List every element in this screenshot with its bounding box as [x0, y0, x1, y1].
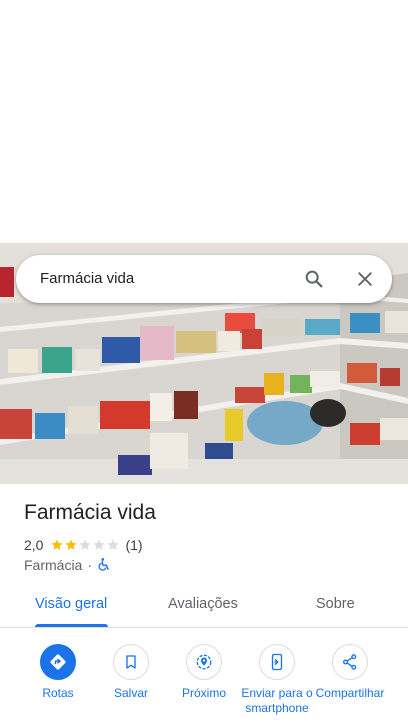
- directions-button[interactable]: Rotas: [18, 644, 98, 701]
- separator-dot: ·: [87, 557, 93, 573]
- place-category: Farmácia: [24, 557, 83, 573]
- share-button[interactable]: Compartilhar: [310, 644, 390, 701]
- directions-icon: [40, 644, 76, 680]
- save-button[interactable]: Salvar: [91, 644, 171, 701]
- wheelchair-icon: [97, 557, 111, 574]
- search-query[interactable]: Farmácia vida: [40, 270, 134, 287]
- place-title: Farmácia vida: [24, 501, 156, 524]
- search-bar[interactable]: Farmácia vida: [16, 255, 392, 303]
- star-empty-icon: [107, 539, 120, 550]
- close-icon[interactable]: [353, 267, 377, 291]
- star-filled-icon: [65, 539, 78, 550]
- search-icon[interactable]: [302, 267, 326, 291]
- action-bar: Rotas Salvar Próximo Enviar para o smart…: [0, 644, 408, 726]
- share-icon: [332, 644, 368, 680]
- tab-overview[interactable]: Visão geral: [35, 596, 107, 612]
- send-to-phone-icon: [259, 644, 295, 680]
- share-label: Compartilhar: [315, 686, 385, 700]
- star-filled-icon: [51, 539, 64, 550]
- nearby-label: Próximo: [181, 686, 226, 700]
- bookmark-icon: [113, 644, 149, 680]
- tab-reviews[interactable]: Avaliações: [168, 596, 238, 612]
- active-tab-indicator: [35, 624, 108, 627]
- nearby-button[interactable]: Próximo: [164, 644, 244, 701]
- nearby-icon: [186, 644, 222, 680]
- send-to-phone-button[interactable]: Enviar para o smartphone: [237, 644, 317, 716]
- send-to-phone-label: Enviar para o smartphone: [241, 686, 313, 715]
- star-empty-icon: [79, 539, 92, 550]
- rating-stars: [50, 538, 120, 552]
- tab-about[interactable]: Sobre: [316, 596, 355, 612]
- rating-row[interactable]: 2,0 (1): [24, 536, 143, 554]
- star-empty-icon: [93, 539, 106, 550]
- review-count: (1): [125, 537, 143, 553]
- rating-value: 2,0: [24, 537, 44, 553]
- tab-bar: Visão geral Avaliações Sobre: [0, 584, 408, 628]
- save-label: Salvar: [113, 686, 148, 700]
- directions-label: Rotas: [42, 686, 74, 700]
- category-row: Farmácia ·: [24, 556, 111, 574]
